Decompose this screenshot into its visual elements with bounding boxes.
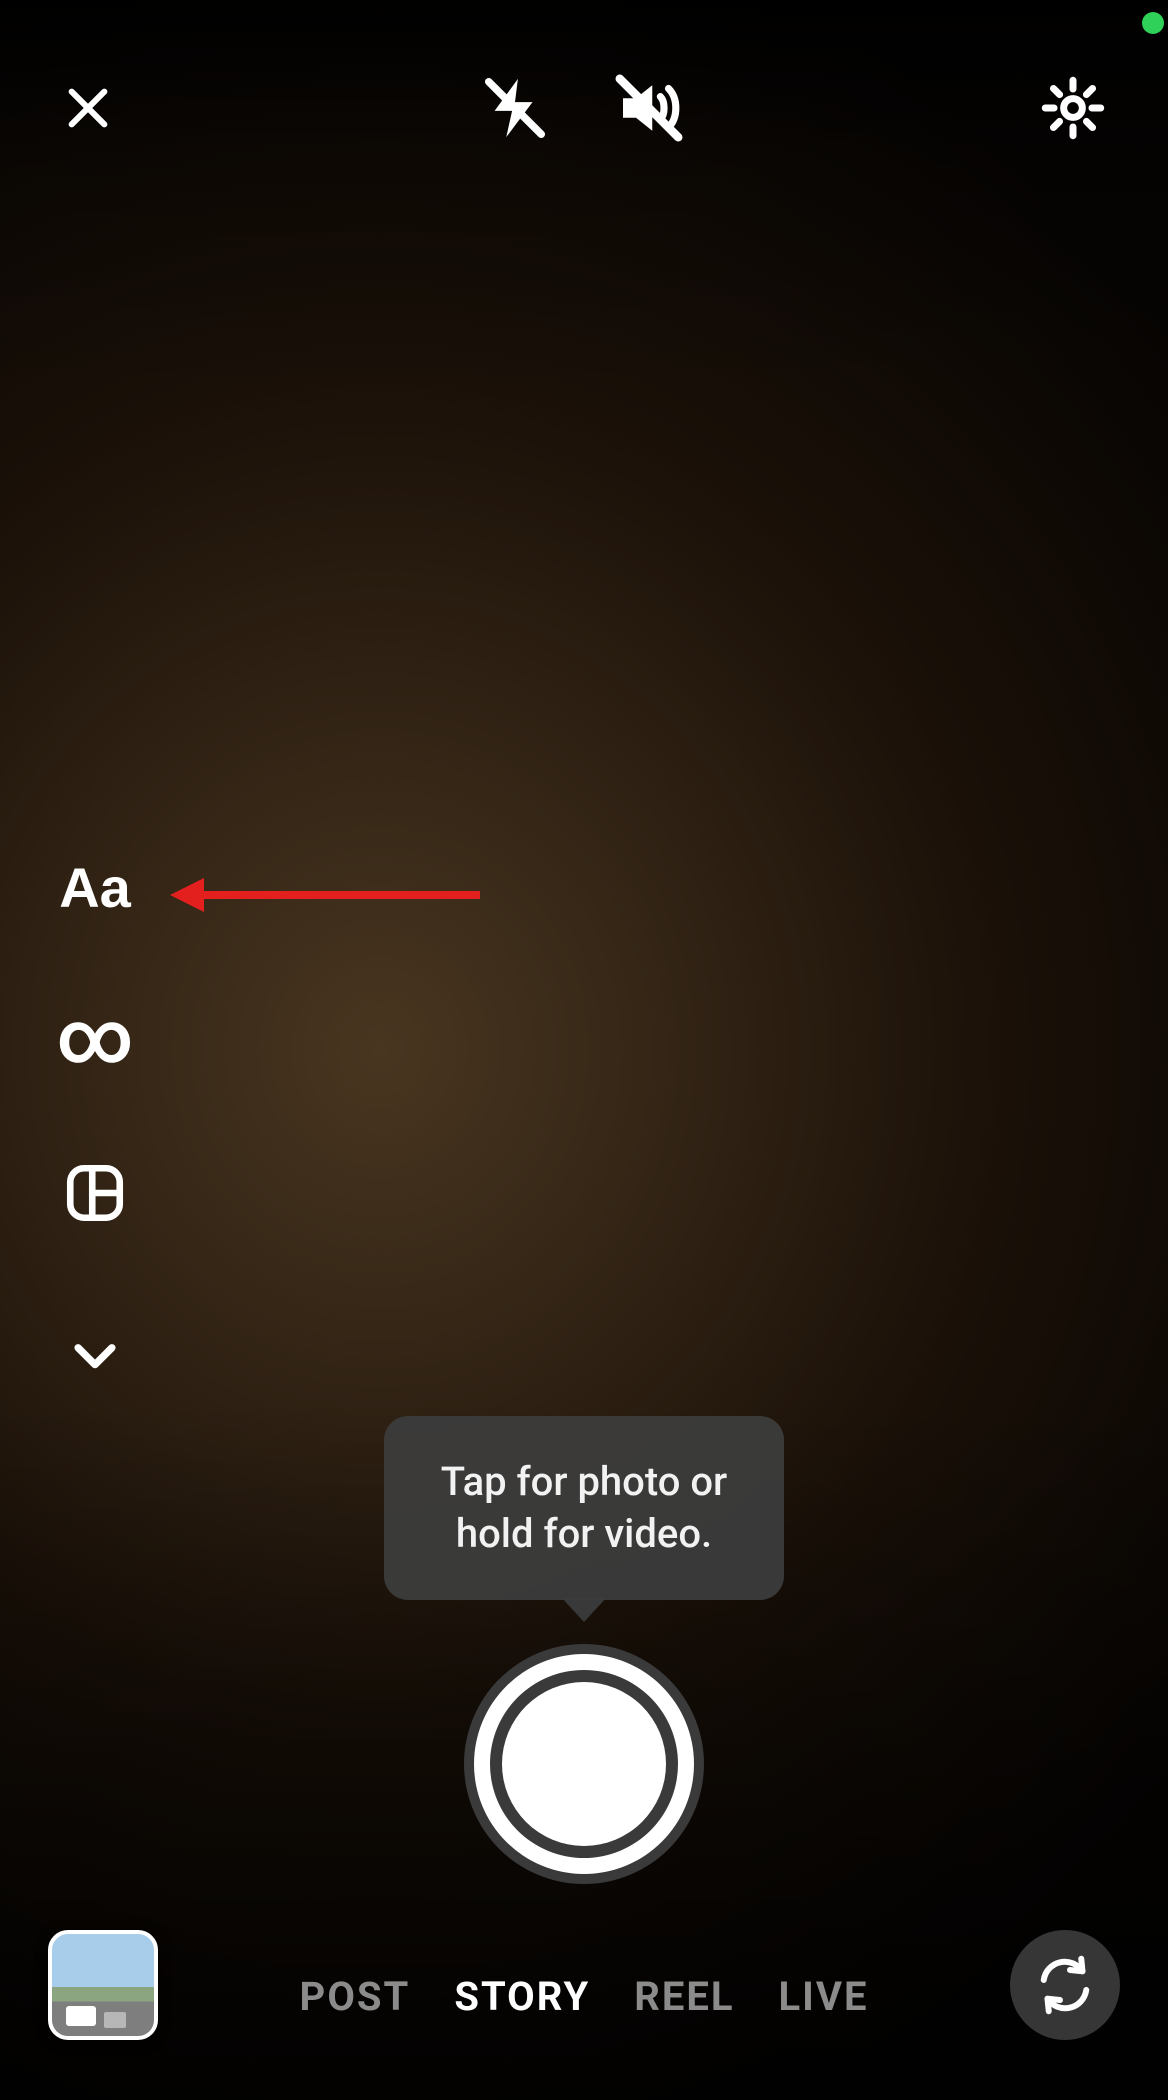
- side-tool-rail: Aa ∞: [60, 860, 130, 1384]
- bottom-bar: POST STORY REEL LIVE: [0, 1920, 1168, 2040]
- capture-hint-tooltip: Tap for photo or hold for video.: [384, 1416, 784, 1600]
- layout-tool-button[interactable]: [60, 1160, 130, 1226]
- text-tool-button[interactable]: Aa: [60, 860, 130, 916]
- annotation-arrow: [170, 870, 480, 920]
- flash-off-icon: [480, 73, 550, 143]
- boomerang-tool-button[interactable]: ∞: [60, 1016, 130, 1060]
- tab-story[interactable]: STORY: [454, 1973, 590, 2020]
- camera-active-indicator: [1142, 12, 1164, 34]
- expand-tools-button[interactable]: [60, 1326, 130, 1384]
- shutter-button[interactable]: [464, 1644, 704, 1884]
- camera-mode-tabs: POST STORY REEL LIVE: [300, 1973, 869, 2020]
- infinity-icon: ∞: [56, 1016, 133, 1060]
- sound-toggle[interactable]: [610, 69, 688, 151]
- tab-post[interactable]: POST: [300, 1973, 411, 2020]
- text-icon: Aa: [59, 860, 131, 916]
- switch-camera-button[interactable]: [1010, 1930, 1120, 2040]
- settings-button[interactable]: [1038, 73, 1108, 147]
- gallery-thumbnail[interactable]: [48, 1930, 158, 2040]
- top-toolbar: [0, 60, 1168, 160]
- tab-live[interactable]: LIVE: [778, 1973, 868, 2020]
- close-icon: [60, 80, 116, 136]
- close-button[interactable]: [60, 80, 116, 140]
- chevron-down-icon: [66, 1326, 124, 1384]
- tab-reel[interactable]: REEL: [634, 1973, 734, 2020]
- switch-camera-icon: [1035, 1955, 1095, 2015]
- shutter-core: [502, 1682, 666, 1846]
- flash-toggle[interactable]: [480, 73, 550, 147]
- sound-off-icon: [610, 69, 688, 147]
- tooltip-text: Tap for photo or hold for video.: [441, 1458, 727, 1557]
- layout-icon: [62, 1160, 128, 1226]
- gear-icon: [1038, 73, 1108, 143]
